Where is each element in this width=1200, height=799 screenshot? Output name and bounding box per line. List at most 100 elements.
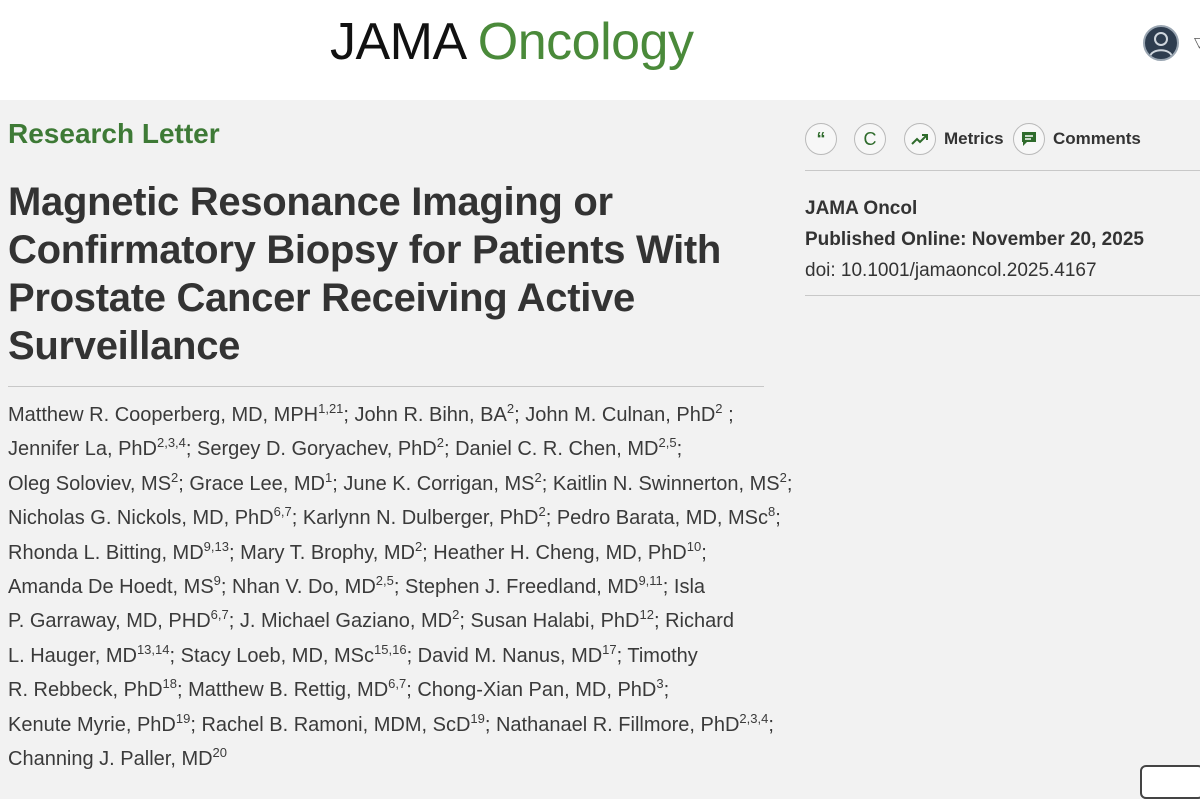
author-name[interactable]: Rhonda L. Bitting, MD bbox=[8, 542, 204, 564]
author-name[interactable]: P. Garraway, MD, PHD bbox=[8, 610, 211, 632]
comments-label: Comments bbox=[1053, 129, 1141, 148]
affiliation-sup: 2 bbox=[538, 504, 546, 520]
author-list: Matthew R. Cooperberg, MD, MPH1,21; John… bbox=[8, 398, 792, 776]
cite-button[interactable]: “ bbox=[805, 122, 837, 156]
sidebar-divider bbox=[805, 170, 1200, 171]
author-line: Amanda De Hoedt, MS9; Nhan V. Do, MD2,5;… bbox=[8, 570, 768, 604]
affiliation-sup: 9,11 bbox=[638, 573, 663, 589]
metrics-button[interactable]: Metrics bbox=[904, 122, 1004, 156]
author-name[interactable]: ; Heather H. Cheng, MD, PhD bbox=[422, 542, 687, 564]
publish-date: Published Online: November 20, 2025 bbox=[805, 229, 1144, 250]
author-name[interactable]: ; bbox=[787, 473, 793, 495]
author-name[interactable]: ; Daniel C. R. Chen, MD bbox=[444, 438, 659, 460]
c-button[interactable]: C bbox=[854, 122, 886, 156]
author-name[interactable]: ; bbox=[664, 679, 670, 701]
affiliation-sup: 1,21 bbox=[318, 401, 344, 416]
author-name[interactable]: Channing J. Paller, MD bbox=[8, 748, 213, 770]
author-name[interactable]: ; Susan Halabi, PhD bbox=[459, 610, 639, 632]
author-name[interactable]: ; Stephen J. Freedland, MD bbox=[394, 576, 639, 598]
author-name[interactable]: ; Kaitlin N. Swinnerton, MS bbox=[542, 473, 780, 495]
author-name[interactable]: ; bbox=[775, 507, 781, 529]
affiliation-sup: 2 bbox=[779, 469, 787, 485]
comments-button[interactable]: Comments bbox=[1013, 122, 1141, 156]
affiliation-sup: 3 bbox=[656, 676, 664, 692]
author-name[interactable]: Nicholas G. Nickols, MD, PhD bbox=[8, 507, 274, 529]
affiliation-sup: 2,5 bbox=[658, 435, 677, 451]
affiliation-sup: 19 bbox=[175, 710, 191, 726]
doi[interactable]: doi: 10.1001/jamaoncol.2025.4167 bbox=[805, 255, 1144, 286]
author-name[interactable]: ; Isla bbox=[663, 576, 705, 598]
author-line: Oleg Soloviev, MS2; Grace Lee, MD1; June… bbox=[8, 467, 792, 501]
article-meta: JAMA Oncol Published Online: November 20… bbox=[805, 193, 1144, 286]
author-name[interactable]: Oleg Soloviev, MS bbox=[8, 473, 171, 495]
affiliation-sup: 12 bbox=[639, 607, 654, 623]
affiliation-sup: 9 bbox=[213, 573, 221, 589]
corner-button[interactable] bbox=[1140, 765, 1200, 799]
author-name[interactable]: ; Mary T. Brophy, MD bbox=[229, 542, 415, 564]
affiliation-sup: 15,16 bbox=[374, 641, 407, 657]
sidebar-divider-bottom bbox=[805, 295, 1200, 296]
comment-icon bbox=[1013, 123, 1045, 155]
author-name[interactable]: ; bbox=[723, 404, 734, 426]
chevron-down-icon[interactable]: ▽ bbox=[1194, 34, 1200, 51]
author-name[interactable]: ; Pedro Barata, MD, MSc bbox=[546, 507, 768, 529]
author-name[interactable]: ; bbox=[701, 542, 707, 564]
author-line: P. Garraway, MD, PHD6,7; J. Michael Gazi… bbox=[8, 604, 768, 638]
author-name[interactable]: ; John R. Bihn, BA bbox=[343, 404, 506, 426]
affiliation-sup: 6,7 bbox=[273, 504, 292, 520]
author-line: Rhonda L. Bitting, MD9,13; Mary T. Broph… bbox=[8, 536, 768, 570]
author-name[interactable]: R. Rebbeck, PhD bbox=[8, 679, 163, 701]
affiliation-sup: 20 bbox=[212, 745, 228, 761]
article-title: Magnetic Resonance Imaging or Confirmato… bbox=[8, 180, 722, 368]
author-name[interactable]: ; Sergey D. Goryachev, PhD bbox=[186, 438, 437, 460]
author-line: L. Hauger, MD13,14; Stacy Loeb, MD, MSc1… bbox=[8, 639, 768, 673]
trend-up-icon bbox=[904, 123, 936, 155]
author-line: Matthew R. Cooperberg, MD, MPH1,21; John… bbox=[8, 398, 768, 432]
author-name[interactable]: L. Hauger, MD bbox=[8, 645, 137, 667]
affiliation-sup: 2 bbox=[715, 401, 723, 416]
author-name[interactable]: ; bbox=[677, 438, 683, 460]
affiliation-sup: 2,5 bbox=[375, 573, 394, 589]
author-line: Kenute Myrie, PhD19; Rachel B. Ramoni, M… bbox=[8, 708, 774, 742]
author-name[interactable]: ; Matthew B. Rettig, MD bbox=[177, 679, 388, 701]
author-line: Jennifer La, PhD2,3,4; Sergey D. Goryach… bbox=[8, 432, 768, 466]
user-avatar-icon[interactable] bbox=[1143, 25, 1179, 61]
affiliation-sup: 6,7 bbox=[388, 676, 407, 692]
author-name[interactable]: ; Chong-Xian Pan, MD, PhD bbox=[406, 679, 656, 701]
author-name[interactable]: ; Nhan V. Do, MD bbox=[221, 576, 376, 598]
author-line: Nicholas G. Nickols, MD, PhD6,7; Karlynn… bbox=[8, 501, 781, 535]
affiliation-sup: 6,7 bbox=[210, 607, 229, 623]
author-line: R. Rebbeck, PhD18; Matthew B. Rettig, MD… bbox=[8, 673, 768, 707]
author-name[interactable]: Kenute Myrie, PhD bbox=[8, 714, 176, 736]
affiliation-sup: 2,3,4 bbox=[156, 435, 186, 451]
author-name[interactable]: ; David M. Nanus, MD bbox=[407, 645, 603, 667]
author-name[interactable]: ; Rachel B. Ramoni, MDM, ScD bbox=[190, 714, 470, 736]
metrics-label: Metrics bbox=[944, 129, 1004, 148]
author-name[interactable]: ; Grace Lee, MD bbox=[178, 473, 325, 495]
author-name[interactable]: Jennifer La, PhD bbox=[8, 438, 157, 460]
author-name[interactable]: ; bbox=[768, 714, 774, 736]
author-name[interactable]: ; Stacy Loeb, MD, MSc bbox=[170, 645, 375, 667]
author-name[interactable]: ; Nathanael R. Fillmore, PhD bbox=[485, 714, 740, 736]
affiliation-sup: 2 bbox=[534, 469, 542, 485]
author-name[interactable]: Matthew R. Cooperberg, MD, MPH bbox=[8, 404, 318, 426]
affiliation-sup: 10 bbox=[686, 538, 702, 554]
author-name[interactable]: ; J. Michael Gaziano, MD bbox=[229, 610, 452, 632]
journal-abbrev: JAMA Oncol bbox=[805, 198, 918, 219]
affiliation-sup: 9,13 bbox=[203, 538, 229, 554]
quote-icon: “ bbox=[805, 123, 837, 155]
logo-oncology: Oncology bbox=[477, 13, 694, 71]
logo-jama: JAMA bbox=[330, 13, 464, 71]
author-name[interactable]: ; Timothy bbox=[617, 645, 698, 667]
affiliation-sup: 2 bbox=[506, 401, 515, 416]
affiliation-sup: 19 bbox=[470, 710, 485, 726]
author-name[interactable]: ; June K. Corrigan, MS bbox=[332, 473, 534, 495]
author-name[interactable]: ; Richard bbox=[654, 610, 734, 632]
c-icon: C bbox=[854, 123, 886, 155]
journal-logo[interactable]: JAMA Oncology bbox=[330, 10, 694, 74]
author-name[interactable]: ; John M. Culnan, PhD bbox=[514, 404, 715, 426]
author-name[interactable]: ; Karlynn N. Dulberger, PhD bbox=[292, 507, 539, 529]
article-type: Research Letter bbox=[8, 118, 220, 149]
site-header: JAMA Oncology ▽ bbox=[0, 0, 1200, 100]
author-name[interactable]: Amanda De Hoedt, MS bbox=[8, 576, 214, 598]
